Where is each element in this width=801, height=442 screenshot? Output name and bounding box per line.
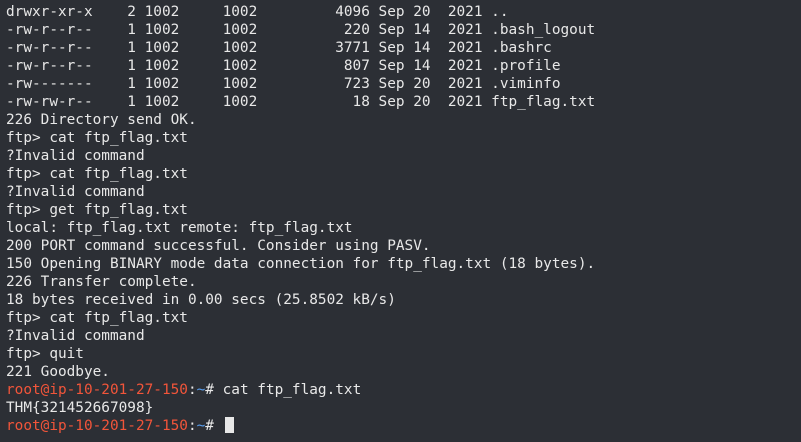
listing-line: -rw-rw-r-- 1 1002 1002 18 Sep 20 2021 ft… [6,94,596,110]
output-line: 226 Directory send OK. [6,112,197,128]
output-line: 221 Goodbye. [6,364,110,380]
listing-line: -rw-r--r-- 1 1002 1002 3771 Sep 14 2021 … [6,40,552,56]
listing-line: -rw-r--r-- 1 1002 1002 220 Sep 14 2021 .… [6,22,596,38]
output-line: 18 bytes received in 0.00 secs (25.8502 … [6,292,396,308]
output-line: ftp> get ftp_flag.txt [6,202,188,218]
prompt-path: ~ [196,382,206,398]
listing-line: drwxr-xr-x 2 1002 1002 4096 Sep 20 2021 … [6,4,509,20]
flag-output: THM{321452667098} [6,400,154,416]
output-line: ?Invalid command [6,328,145,344]
output-line: ftp> cat ftp_flag.txt [6,166,188,182]
output-line: 150 Opening BINARY mode data connection … [6,256,596,272]
output-line: ftp> cat ftp_flag.txt [6,310,188,326]
output-line: ?Invalid command [6,184,145,200]
prompt-separator: : [187,382,197,398]
prompt-separator: : [187,418,197,434]
output-line: ftp> quit [6,346,84,362]
terminal-window[interactable]: drwxr-xr-x 2 1002 1002 4096 Sep 20 2021 … [0,0,801,442]
output-line: 200 PORT command successful. Consider us… [6,238,431,254]
output-line: ?Invalid command [6,148,145,164]
output-line: local: ftp_flag.txt remote: ftp_flag.txt [6,220,353,236]
prompt-symbol: # [205,418,223,434]
output-line: 226 Transfer complete. [6,274,197,290]
prompt-user-host: root@ip-10-201-27-150 [6,418,188,434]
prompt-symbol: # [205,382,223,398]
directory-listing: drwxr-xr-x 2 1002 1002 4096 Sep 20 2021 … [6,3,801,111]
listing-line: -rw------- 1 1002 1002 723 Sep 20 2021 .… [6,76,561,92]
text-cursor[interactable] [224,417,234,433]
shell-input-line[interactable]: root@ip-10-201-27-150:~# [6,417,801,435]
ftp-session-output: 226 Directory send OK. ftp> cat ftp_flag… [6,111,801,381]
prompt-path: ~ [196,418,206,434]
shell-command-line: root@ip-10-201-27-150:~# cat ftp_flag.tx… [6,381,801,399]
shell-command: cat ftp_flag.txt [222,382,362,398]
output-line: ftp> cat ftp_flag.txt [6,130,188,146]
listing-line: -rw-r--r-- 1 1002 1002 807 Sep 14 2021 .… [6,58,561,74]
prompt-user-host: root@ip-10-201-27-150 [6,382,188,398]
